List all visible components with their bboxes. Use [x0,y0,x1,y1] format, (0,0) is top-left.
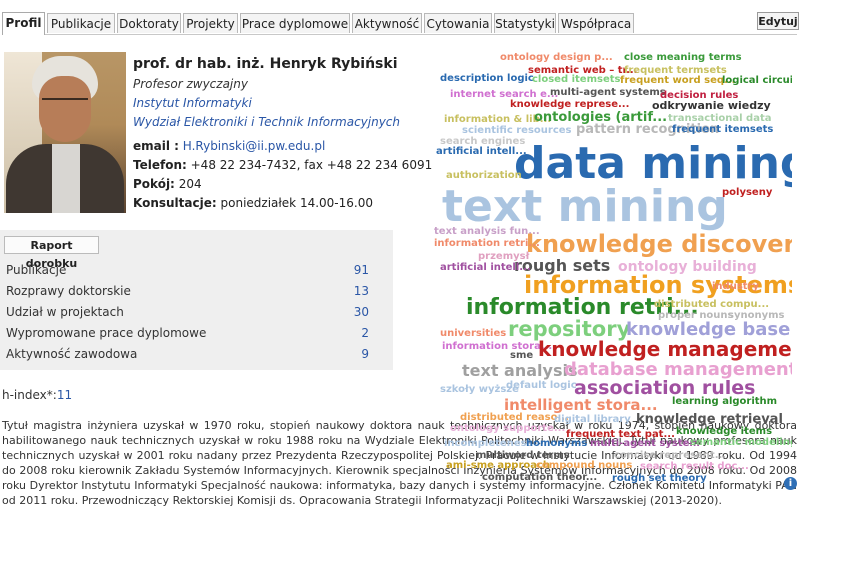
keyword-link[interactable]: incompleteness [444,438,533,449]
profile-photo [4,52,126,213]
email-link[interactable]: H.Rybinski@ii.pw.edu.pl [183,139,326,153]
keyword-link[interactable]: logical circuit [722,75,792,86]
faculty-link[interactable]: Wydział Elektroniki i Technik Informacyj… [133,115,400,129]
keyword-link[interactable]: close meaning terms [624,52,742,63]
room-label: Pokój: [133,177,175,191]
keyword-link[interactable]: homonyms [526,438,587,449]
keyword-link[interactable]: description logic [440,73,534,84]
tab-prace-dyplomowe[interactable]: Prace dyplomowe [240,13,350,33]
stat-row-aktywnosc: Aktywność zawodowa 9 [0,344,393,365]
tab-aktywnosc[interactable]: Aktywność [352,13,422,33]
h-index: h-index*:11 [2,388,72,402]
report-button[interactable]: Raport dorobku [4,236,99,270]
edit-button[interactable]: Edytuj [757,12,799,30]
phone-value: +48 22 234-7432, fax +48 22 234 6091 [190,158,433,172]
stat-value-link[interactable]: 13 [354,281,369,302]
tab-doktoraty[interactable]: Doktoraty [117,13,181,33]
keyword-link[interactable]: polyseny [722,187,773,198]
institute-link[interactable]: Instytut Informatyki [133,96,252,110]
stat-row-rozprawy: Rozprawy doktorskie 13 [0,281,393,302]
stat-label: Aktywność zawodowa [6,347,138,361]
stat-row-publikacje: Publikacje 91 [0,260,393,281]
keyword-cloud: ontology design p... close meaning terms s… [432,48,792,496]
keyword-link[interactable]: knowledge discovery [526,230,792,258]
hours-label: Konsultacje: [133,196,217,210]
keyword-link[interactable]: distributed compu... [654,299,769,310]
stat-label: Rozprawy doktorskie [6,284,131,298]
profile-position: Profesor zwyczajny [133,77,248,91]
keyword-link[interactable]: information stora... [442,341,552,352]
tab-wspolpraca[interactable]: Współpraca [558,13,634,33]
tab-statystyki[interactable]: Statystyki [494,13,556,33]
phone-label: Telefon: [133,158,187,172]
hours-row: Konsultacje: poniedziałek 14.00-16.00 [133,196,373,210]
info-icon[interactable]: i [784,477,797,490]
keyword-link[interactable]: distributed reaso... [460,412,569,423]
keyword-link[interactable]: odkrywanie wiedzy [652,99,771,112]
keyword-link[interactable]: search result doc... [640,461,749,472]
hours-value: poniedziałek 14.00-16.00 [220,196,373,210]
keyword-link[interactable]: universities [440,328,506,339]
h-index-label: h-index*: [2,388,57,402]
tab-publikacje[interactable]: Publikacje [47,13,115,33]
stat-row-prace: Wypromowane prace dyplomowe 2 [0,323,393,344]
keyword-link[interactable]: knowledge items [676,426,772,437]
keyword-link[interactable]: multi-agent system [590,438,700,449]
keyword-link[interactable]: semantic modeling [690,437,792,448]
keyword-link[interactable]: ontology supporte... [450,423,565,434]
keyword-link[interactable]: ontology design p... [500,52,613,63]
keyword-link[interactable]: knowledge represe... [510,99,629,110]
keyword-link[interactable]: frequent word seq... [620,75,735,86]
tab-projekty[interactable]: Projekty [183,13,238,33]
keyword-link[interactable]: text analysis fun... [434,226,540,237]
phone-row: Telefon: +48 22 234-7432, fax +48 22 234… [133,158,432,172]
room-value: 204 [178,177,202,191]
keyword-link[interactable]: rough set theory [612,473,707,484]
keyword-link[interactable]: information retri... [434,238,540,249]
stat-label: Udział w projektach [6,305,124,319]
email-row: email : H.Rybinski@ii.pw.edu.pl [133,139,325,153]
keyword-link[interactable]: text mining [442,181,728,232]
stat-value-link[interactable]: 30 [354,302,369,323]
tab-cytowania[interactable]: Cytowania [424,13,492,33]
room-row: Pokój: 204 [133,177,202,191]
profile-name: prof. dr hab. inż. Henryk Rybiński [133,56,398,72]
stat-value-link[interactable]: 2 [361,323,369,344]
h-index-value[interactable]: 11 [57,388,72,402]
keyword-link[interactable]: default logic [506,380,577,391]
tab-bar-divider [2,34,797,35]
keyword-cloud-svg: ontology design p... close meaning terms s… [434,52,792,484]
stat-label: Wypromowane prace dyplomowe [6,326,207,340]
keyword-link[interactable]: industry [712,281,759,292]
keyword-link[interactable]: digital library [554,414,631,425]
keyword-link[interactable]: artificial intell... [440,262,531,273]
stat-label: Publikacje [6,263,67,277]
stat-value-link[interactable]: 9 [361,344,369,365]
keyword-link[interactable]: frequent itemsets [672,124,773,135]
keyword-link[interactable]: knowledge retrieval [636,412,783,427]
keyword-link[interactable]: scientific resources [462,125,572,136]
keyword-link[interactable]: learning algorithm [672,396,777,407]
keyword-link[interactable]: ami-sme approach [446,460,550,471]
keyword-link[interactable]: knowledge management [538,337,792,361]
stat-row-projekty: Udział w projektach 30 [0,302,393,323]
keyword-link[interactable]: sme [510,350,533,361]
keyword-link[interactable]: text analysis [462,361,577,380]
keyword-link[interactable]: computation theor... [482,472,597,483]
stat-value-link[interactable]: 91 [354,260,369,281]
keyword-link[interactable]: closed itemsets [532,74,621,85]
tab-bar: Profil Publikacje Doktoraty Projekty Pra… [2,12,797,35]
keyword-link[interactable]: multi-agent systems [550,87,666,98]
email-label: email : [133,139,179,153]
tab-profil[interactable]: Profil [2,12,45,35]
keyword-link[interactable]: authorization [446,170,522,181]
keyword-link[interactable]: compound nouns [536,460,632,471]
